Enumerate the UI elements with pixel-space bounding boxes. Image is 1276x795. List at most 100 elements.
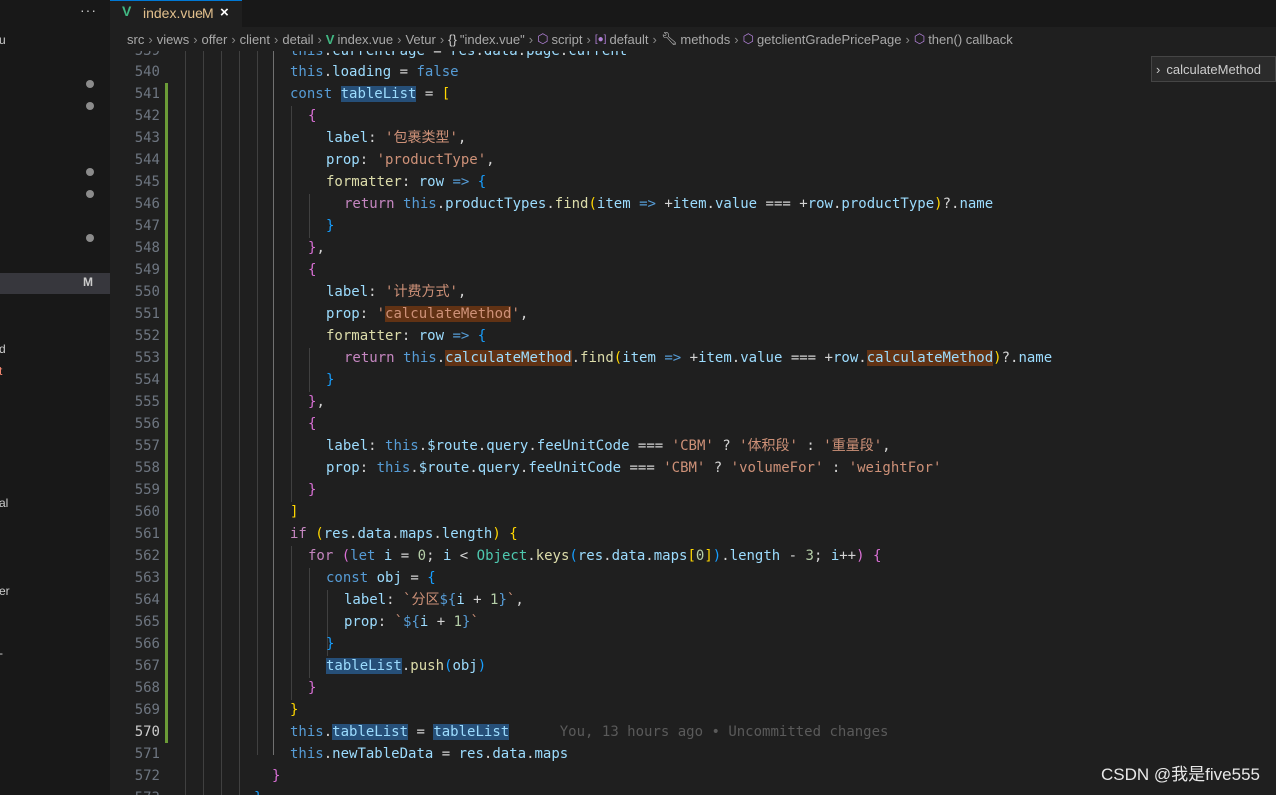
line-number: 545: [134, 174, 160, 190]
close-icon[interactable]: ×: [220, 4, 229, 21]
breadcrumb-then-callback[interactable]: then() callback: [928, 32, 1013, 47]
code-line[interactable]: 561 if (res.data.maps.length) {: [110, 523, 1276, 545]
code-text: },: [308, 240, 325, 256]
code-line[interactable]: 560 ]: [110, 501, 1276, 523]
code-line[interactable]: 559 }: [110, 479, 1276, 501]
explorer-sidebar: ··· u M d t al er -: [0, 0, 110, 795]
code-line[interactable]: 549 {: [110, 259, 1276, 281]
code-line[interactable]: 551 prop: 'calculateMethod',: [110, 303, 1276, 325]
chevron-right-icon: ›: [231, 31, 236, 47]
code-line[interactable]: 546 return this.productTypes.find(item =…: [110, 193, 1276, 215]
git-modified-indicator: [165, 127, 168, 149]
wrench-icon: 🔧︎: [660, 31, 678, 46]
breadcrumb-script[interactable]: script: [551, 32, 582, 47]
breadcrumb-default[interactable]: default: [609, 32, 648, 47]
code-line[interactable]: 545 formatter: row => {: [110, 171, 1276, 193]
explorer-item-fragment[interactable]: -: [0, 646, 3, 660]
line-number: 540: [134, 64, 160, 80]
breadcrumb-file[interactable]: index.vue: [337, 32, 393, 47]
code-text: }: [326, 372, 335, 388]
explorer-item-fragment[interactable]: u: [0, 33, 6, 47]
code-line[interactable]: 547 }: [110, 215, 1276, 237]
code-text: formatter: row => {: [326, 174, 487, 190]
line-number: 548: [134, 240, 160, 256]
code-line[interactable]: 554 }: [110, 369, 1276, 391]
explorer-item-fragment[interactable]: al: [0, 496, 8, 510]
code-line[interactable]: 553 return this.calculateMethod.find(ite…: [110, 347, 1276, 369]
cube-icon: ⬡: [913, 31, 926, 46]
git-modified-indicator: [165, 215, 168, 237]
code-line[interactable]: 564 label: `分区${i + 1}`,: [110, 589, 1276, 611]
code-text: prop: 'productType',: [326, 152, 495, 168]
code-line[interactable]: 565 prop: `${i + 1}`: [110, 611, 1276, 633]
git-modified-indicator: [165, 677, 168, 699]
code-line[interactable]: 569 }: [110, 699, 1276, 721]
breadcrumb-index-vue-symbol[interactable]: "index.vue": [460, 32, 525, 47]
code-text: this.newTableData = res.data.maps: [290, 746, 569, 762]
breadcrumb-detail[interactable]: detail: [282, 32, 313, 47]
editor-tab-bar: V index.vue M ×: [110, 0, 1276, 27]
code-text: label: '计费方式',: [326, 284, 467, 300]
line-number: 572: [134, 768, 160, 784]
line-number: 568: [134, 680, 160, 696]
git-modified-indicator: [165, 457, 168, 479]
line-number: 564: [134, 592, 160, 608]
git-modified-indicator: [165, 347, 168, 369]
more-actions-icon[interactable]: ···: [80, 2, 97, 18]
code-line[interactable]: 556 {: [110, 413, 1276, 435]
code-editor[interactable]: 539 this.currentPage = res.data.page.cur…: [110, 51, 1276, 795]
code-line[interactable]: 544 prop: 'productType',: [110, 149, 1276, 171]
breadcrumb-methods[interactable]: methods: [680, 32, 730, 47]
sticky-scroll-popup[interactable]: › calculateMethod: [1151, 56, 1276, 82]
code-line[interactable]: 567 tableList.push(obj): [110, 655, 1276, 677]
line-number: 547: [134, 218, 160, 234]
breadcrumb-src[interactable]: src: [127, 32, 144, 47]
code-line[interactable]: 552 formatter: row => {: [110, 325, 1276, 347]
breadcrumb-vetur[interactable]: Vetur: [405, 32, 435, 47]
line-number: 573: [110, 787, 160, 795]
line-number: 561: [134, 526, 160, 542]
code-text: {: [308, 262, 317, 278]
code-line[interactable]: 558 prop: this.$route.query.feeUnitCode …: [110, 457, 1276, 479]
code-line[interactable]: 573 }: [110, 787, 1276, 795]
breadcrumb-client[interactable]: client: [240, 32, 270, 47]
code-line[interactable]: 555 },: [110, 391, 1276, 413]
git-modified-indicator: [165, 149, 168, 171]
code-line[interactable]: 548 },: [110, 237, 1276, 259]
code-line[interactable]: 568 }: [110, 677, 1276, 699]
modified-badge: M: [83, 275, 93, 289]
tab-index-vue[interactable]: V index.vue M ×: [110, 0, 242, 27]
code-line[interactable]: 563 const obj = {: [110, 567, 1276, 589]
git-modified-indicator: [165, 303, 168, 325]
code-text: const obj = {: [326, 570, 436, 586]
git-modified-indicator: [165, 391, 168, 413]
explorer-item-fragment[interactable]: d: [0, 342, 6, 356]
code-text: prop: this.$route.query.feeUnitCode === …: [326, 460, 942, 476]
explorer-selected-item[interactable]: M: [0, 273, 110, 294]
code-line[interactable]: 540 this.loading = false: [110, 61, 1276, 83]
chevron-right-icon: ›: [397, 31, 402, 47]
git-modified-indicator: [165, 171, 168, 193]
code-line-active[interactable]: 570 this.tableList = tableList You, 13 h…: [110, 721, 1276, 743]
modified-dot-icon: [86, 102, 94, 110]
code-line[interactable]: 562 for (let i = 0; i < Object.keys(res.…: [110, 545, 1276, 567]
breadcrumb-views[interactable]: views: [157, 32, 190, 47]
breadcrumb-getclientGradePricePage[interactable]: getclientGradePricePage: [757, 32, 902, 47]
code-line[interactable]: 550 label: '计费方式',: [110, 281, 1276, 303]
git-modified-indicator: [165, 567, 168, 589]
code-line[interactable]: 542 {: [110, 105, 1276, 127]
code-text: label: this.$route.query.feeUnitCode ===…: [326, 438, 891, 454]
explorer-item-fragment[interactable]: t: [0, 364, 2, 378]
code-line[interactable]: 543 label: '包裹类型',: [110, 127, 1276, 149]
line-number: 559: [134, 482, 160, 498]
code-line[interactable]: 557 label: this.$route.query.feeUnitCode…: [110, 435, 1276, 457]
code-text: {: [308, 416, 317, 432]
explorer-item-fragment[interactable]: er: [0, 584, 10, 598]
git-modified-indicator: [165, 259, 168, 281]
code-line[interactable]: 541 const tableList = [: [110, 83, 1276, 105]
breadcrumb-offer[interactable]: offer: [202, 32, 228, 47]
line-number: 569: [134, 702, 160, 718]
git-modified-indicator: [165, 369, 168, 391]
code-text: },: [308, 394, 325, 410]
code-line[interactable]: 566 }: [110, 633, 1276, 655]
